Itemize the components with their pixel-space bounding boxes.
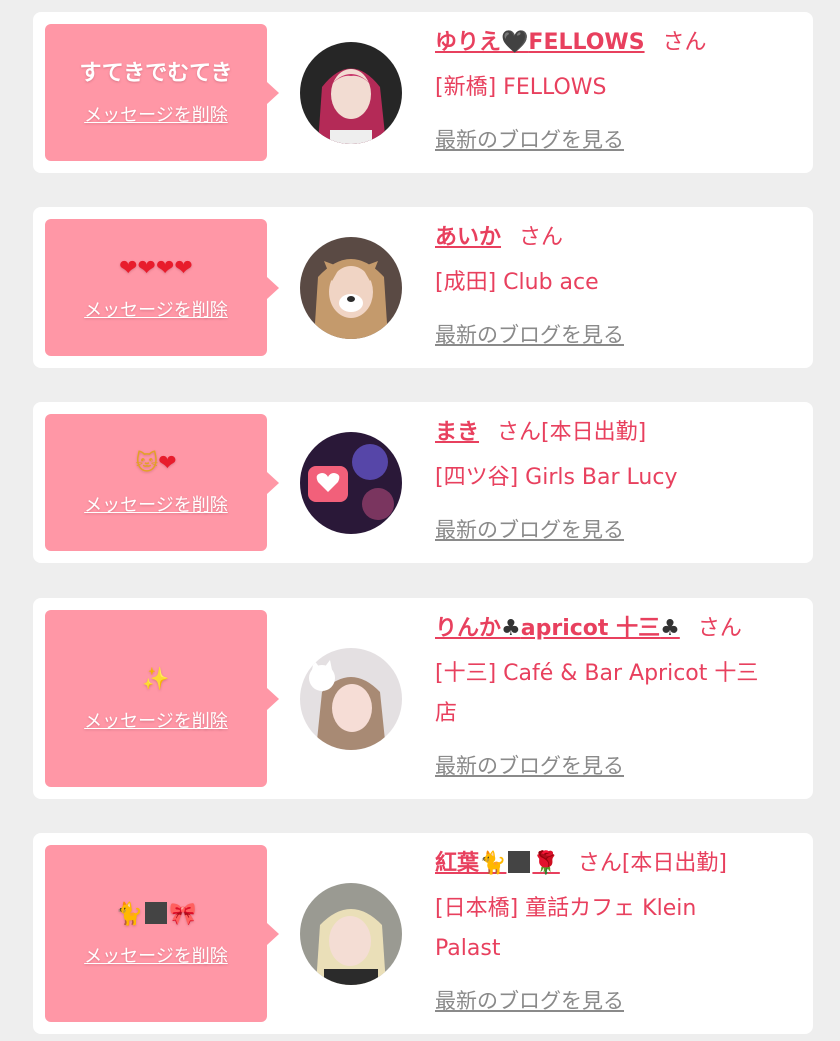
name-line: 紅葉🐈 🌹 さん[本日出勤]	[435, 847, 805, 881]
delete-message-link[interactable]: メッセージを削除	[84, 296, 228, 322]
shop-name: [日本橋] 童話カフェ Klein Palast	[435, 896, 697, 961]
attendance-status: [本日出勤]	[541, 420, 647, 445]
message-bubble: すてきでむてき メッセージを削除	[45, 24, 279, 161]
heart-icon: ❤	[158, 450, 177, 476]
honorific: さん	[519, 225, 564, 250]
favorite-card: ✨ メッセージを削除 りんか♣apricot 十三♣ さん [十三] Café &…	[33, 598, 813, 799]
avatar[interactable]	[300, 648, 402, 750]
favorite-card: すてきでむてき メッセージを削除 ゆりえ🖤FELLOWS さん [新橋] FELL…	[33, 12, 813, 173]
avatar[interactable]	[300, 432, 402, 534]
cast-name-link[interactable]: ゆりえ🖤FELLOWS	[435, 30, 645, 55]
cat-icon: 🐱	[135, 450, 159, 476]
cast-info: りんか♣apricot 十三♣ さん [十三] Café & Bar Aprico…	[435, 612, 805, 780]
black-square-icon	[145, 901, 167, 924]
delete-message-link[interactable]: メッセージを削除	[84, 101, 228, 127]
latest-blog-link[interactable]: 最新のブログを見る	[435, 124, 624, 154]
favorites-list: すてきでむてき メッセージを削除 ゆりえ🖤FELLOWS さん [新橋] FELL…	[0, 0, 840, 1041]
delete-message-link[interactable]: メッセージを削除	[84, 942, 228, 968]
message-bubble: ❤❤❤❤ メッセージを削除	[45, 219, 279, 356]
cast-info: 紅葉🐈 🌹 さん[本日出勤] [日本橋] 童話カフェ Klein Palast 最新の…	[435, 847, 805, 1015]
name-line: まき さん[本日出勤]	[435, 416, 805, 450]
cast-name-link[interactable]: 紅葉🐈 🌹	[435, 851, 560, 876]
message-bubble: 🐈 🎀 メッセージを削除	[45, 845, 279, 1022]
club-icon: ♣	[501, 616, 521, 641]
message-text: 🐈 🎀	[115, 900, 197, 930]
favorite-card: 🐈 🎀 メッセージを削除 紅葉🐈 🌹 さん[本日出勤] [日本橋] 童話カフェ Kle…	[33, 833, 813, 1034]
latest-blog-link[interactable]: 最新のブログを見る	[435, 319, 624, 349]
black-heart-icon: 🖤	[501, 30, 529, 55]
cast-name-link[interactable]: りんか♣apricot 十三♣	[435, 616, 680, 641]
message-bubble: 🐱❤ メッセージを削除	[45, 414, 279, 551]
club-icon: ♣	[660, 616, 680, 641]
cast-info: ゆりえ🖤FELLOWS さん [新橋] FELLOWS 最新のブログを見る	[435, 26, 805, 154]
shop-name: [四ツ谷] Girls Bar Lucy	[435, 465, 678, 490]
name-line: あいか さん	[435, 221, 805, 255]
rose-icon: 🌹	[532, 851, 560, 876]
favorite-card: 🐱❤ メッセージを削除 まき さん[本日出勤] [四ツ谷] Girls Bar L…	[33, 402, 813, 563]
message-text: ❤❤❤❤	[119, 255, 193, 281]
message-text: 🐱❤	[135, 449, 176, 479]
honorific: さん	[497, 420, 542, 445]
honorific: さん	[662, 30, 707, 55]
name-line: りんか♣apricot 十三♣ さん	[435, 612, 805, 646]
latest-blog-link[interactable]: 最新のブログを見る	[435, 750, 624, 780]
cast-name-link[interactable]: まき	[435, 420, 479, 445]
cat-icon: 🐈	[479, 851, 507, 876]
cast-info: あいか さん [成田] Club ace 最新のブログを見る	[435, 221, 805, 349]
shop-name: [成田] Club ace	[435, 270, 599, 295]
message-text: すてきでむてき	[79, 60, 233, 86]
shop-name: [新橋] FELLOWS	[435, 75, 607, 100]
latest-blog-link[interactable]: 最新のブログを見る	[435, 514, 624, 544]
message-bubble: ✨ メッセージを削除	[45, 610, 279, 787]
ribbon-icon: 🎀	[169, 901, 197, 927]
avatar[interactable]	[300, 883, 402, 985]
favorite-card: ❤❤❤❤ メッセージを削除 あいか さん [成田] Club ace 最新のブログ…	[33, 207, 813, 368]
shop-name: [十三] Café & Bar Apricot 十三店	[435, 661, 759, 726]
delete-message-link[interactable]: メッセージを削除	[84, 707, 228, 733]
honorific: さん	[697, 616, 742, 641]
cat-icon: 🐈	[115, 901, 143, 927]
delete-message-link[interactable]: メッセージを削除	[84, 491, 228, 517]
cast-info: まき さん[本日出勤] [四ツ谷] Girls Bar Lucy 最新のブログを見…	[435, 416, 805, 544]
cast-name-link[interactable]: あいか	[435, 225, 501, 250]
name-line: ゆりえ🖤FELLOWS さん	[435, 26, 805, 60]
avatar[interactable]	[300, 42, 402, 144]
avatar[interactable]	[300, 237, 402, 339]
honorific: さん	[577, 851, 622, 876]
attendance-status: [本日出勤]	[621, 851, 728, 876]
black-square-icon	[508, 851, 531, 873]
sparkles-icon: ✨	[142, 666, 170, 692]
latest-blog-link[interactable]: 最新のブログを見る	[435, 985, 624, 1015]
